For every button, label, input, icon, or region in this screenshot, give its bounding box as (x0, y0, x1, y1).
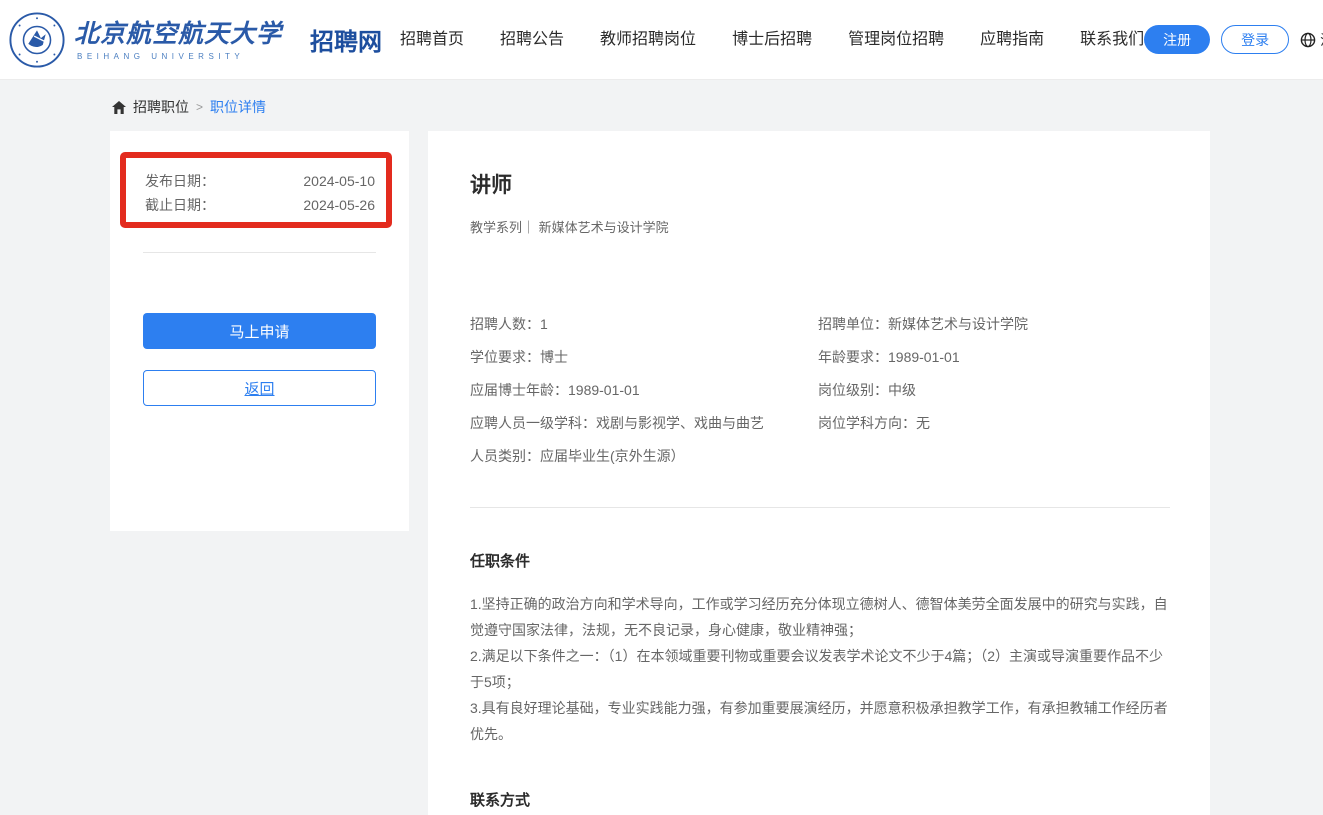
job-title: 讲师 (470, 172, 1170, 200)
sidebar-divider (143, 252, 376, 253)
requirements-heading: 任职条件 (470, 550, 1170, 571)
field-first-level-discipline: 应聘人员一级学科：戏剧与影视学、戏曲与曲艺 (470, 407, 818, 440)
field-personnel-category: 人员类别：应届毕业生(京外生源） (470, 440, 818, 473)
requirements-text: 1.坚持正确的政治方向和学术导向，工作或学习经历充分体现立德树人、德智体美劳全面… (470, 591, 1170, 747)
nav-item-announcements[interactable]: 招聘公告 (500, 0, 564, 80)
job-detail-grid: 招聘人数：1 学位要求：博士 应届博士年龄：1989-01-01 应聘人员一级学… (470, 308, 1170, 473)
publish-date-row: 发布日期： 2024-05-10 (145, 169, 375, 193)
nav-item-application-guide[interactable]: 应聘指南 (980, 0, 1044, 80)
publish-date-label: 发布日期： (145, 169, 215, 193)
site-name: 招聘网 (310, 22, 382, 57)
university-logo-link[interactable]: 北京航空航天大学 BEIHANG UNIVERSITY (8, 11, 282, 69)
deadline-value: 2024-05-26 (303, 193, 375, 217)
deadline-row: 截止日期： 2024-05-26 (145, 193, 375, 217)
publish-date-value: 2024-05-10 (303, 169, 375, 193)
back-button[interactable]: 返回 (143, 370, 376, 406)
breadcrumb-jobs-link[interactable]: 招聘职位 (133, 97, 189, 117)
requirement-item-3: 3.具有良好理论基础，专业实践能力强，有参加重要展演经历，并愿意积极承担教学工作… (470, 695, 1170, 747)
nav-item-home[interactable]: 招聘首页 (400, 0, 464, 80)
nav-item-teacher-positions[interactable]: 教师招聘岗位 (600, 0, 696, 80)
deadline-label: 截止日期： (145, 193, 215, 217)
job-detail-card: 讲师 教学系列｜ 新媒体艺术与设计学院 招聘人数：1 学位要求：博士 应届博士年… (428, 131, 1210, 815)
globe-icon (1300, 32, 1316, 48)
requirement-item-1: 1.坚持正确的政治方向和学术导向，工作或学习经历充分体现立德树人、德智体美劳全面… (470, 591, 1170, 643)
header-actions: 注册 登录 汉语 (1144, 25, 1323, 54)
contact-heading: 联系方式 (470, 789, 1170, 810)
breadcrumb: 招聘职位 > 职位详情 (112, 97, 1323, 117)
nav-item-contact-us[interactable]: 联系我们 (1080, 0, 1144, 80)
language-selector[interactable]: 汉语 (1300, 30, 1323, 50)
nav-item-postdoc[interactable]: 博士后招聘 (732, 0, 812, 80)
field-headcount: 招聘人数：1 (470, 308, 818, 341)
site-header: 北京航空航天大学 BEIHANG UNIVERSITY 招聘网 招聘首页 招聘公… (0, 0, 1323, 80)
field-hiring-unit: 招聘单位：新媒体艺术与设计学院 (818, 308, 1170, 341)
field-age-requirement: 年龄要求：1989-01-01 (818, 341, 1170, 374)
university-name-en: BEIHANG UNIVERSITY (74, 52, 282, 61)
field-degree-requirement: 学位要求：博士 (470, 341, 818, 374)
university-name-zh: 北京航空航天大学 (74, 19, 282, 49)
detail-column-right: 招聘单位：新媒体艺术与设计学院 年龄要求：1989-01-01 岗位级别：中级 … (818, 308, 1170, 473)
breadcrumb-current[interactable]: 职位详情 (210, 97, 266, 117)
detail-column-left: 招聘人数：1 学位要求：博士 应届博士年龄：1989-01-01 应聘人员一级学… (470, 308, 818, 473)
field-position-level: 岗位级别：中级 (818, 374, 1170, 407)
login-button[interactable]: 登录 (1221, 25, 1289, 54)
date-block: 发布日期： 2024-05-10 截止日期： 2024-05-26 (110, 131, 409, 217)
breadcrumb-separator: > (196, 100, 203, 114)
register-button[interactable]: 注册 (1144, 25, 1210, 54)
field-discipline-direction: 岗位学科方向：无 (818, 407, 1170, 440)
apply-now-button[interactable]: 马上申请 (143, 313, 376, 349)
job-meta-card: 发布日期： 2024-05-10 截止日期： 2024-05-26 马上申请 返… (110, 131, 409, 531)
university-seal-icon (8, 11, 66, 69)
section-divider (470, 507, 1170, 508)
nav-item-admin-positions[interactable]: 管理岗位招聘 (848, 0, 944, 80)
main-nav: 招聘首页 招聘公告 教师招聘岗位 博士后招聘 管理岗位招聘 应聘指南 联系我们 (400, 0, 1144, 80)
home-icon (112, 101, 126, 114)
job-subtitle: 教学系列｜ 新媒体艺术与设计学院 (470, 217, 1170, 236)
content-area: 发布日期： 2024-05-10 截止日期： 2024-05-26 马上申请 返… (110, 131, 1323, 815)
field-fresh-phd-age: 应届博士年龄：1989-01-01 (470, 374, 818, 407)
requirement-item-2: 2.满足以下条件之一：（1）在本领域重要刊物或重要会议发表学术论文不少于4篇；（… (470, 643, 1170, 695)
